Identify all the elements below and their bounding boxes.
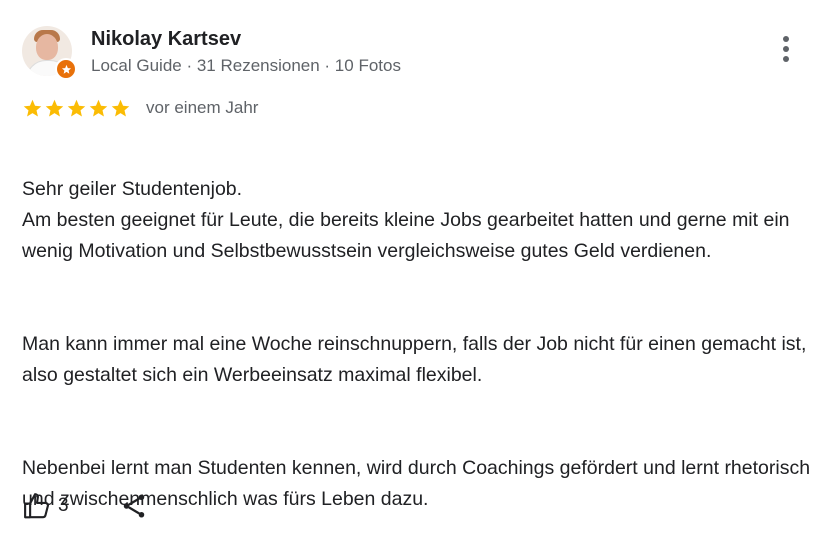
review-paragraph-1: Sehr geiler Studentenjob. Am besten geei… [22, 178, 790, 262]
review-actions: 3 [22, 490, 149, 522]
share-button[interactable] [119, 491, 149, 521]
thumbs-up-icon [24, 493, 50, 519]
menu-dot [783, 36, 789, 42]
review-paragraph-2: Man kann immer mal eine Woche reinschnup… [22, 333, 807, 386]
rating-row: vor einem Jahr [22, 96, 258, 120]
star-icon [45, 99, 64, 117]
star-icon [67, 99, 86, 117]
like-count: 3 [58, 495, 69, 516]
author-meta: Local Guide · 31 Rezensionen · 10 Fotos [91, 56, 401, 75]
review-header: Nikolay Kartsev Local Guide · 31 Rezensi… [22, 26, 802, 80]
author-name[interactable]: Nikolay Kartsev [91, 28, 241, 51]
more-vert-icon[interactable] [780, 36, 792, 68]
share-icon [123, 494, 144, 518]
star-icon [23, 99, 42, 117]
like-button[interactable]: 3 [22, 491, 69, 521]
review-text: Sehr geiler Studentenjob. Am besten geei… [22, 143, 812, 546]
local-guide-badge-icon [55, 58, 77, 80]
star-rating [22, 98, 131, 119]
review-time: vor einem Jahr [146, 98, 259, 117]
avatar-face [36, 34, 58, 60]
menu-dot [783, 46, 789, 52]
star-icon [111, 99, 130, 117]
star-icon [89, 99, 108, 117]
menu-dot [783, 56, 789, 62]
